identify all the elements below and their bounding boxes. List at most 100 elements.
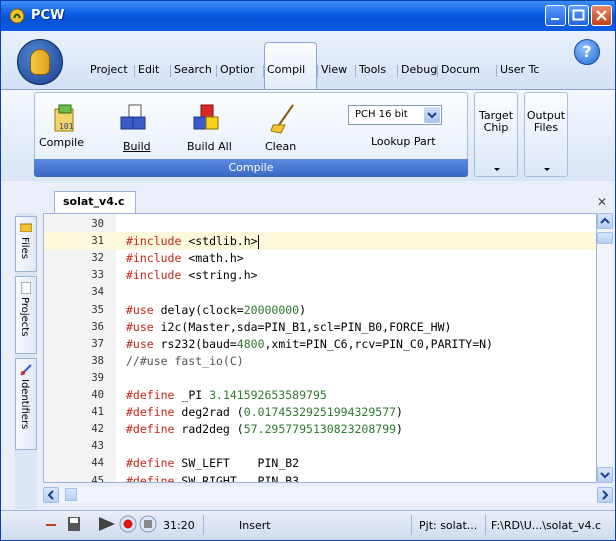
code-text: #use rs232(baud=4800,xmit=PIN_C6,rcv=PIN…: [126, 335, 493, 353]
tab-separator: [170, 65, 171, 77]
tab-compil[interactable]: Compil: [267, 63, 305, 79]
title-bar[interactable]: PCW: [1, 1, 615, 31]
build-all-label: Build All: [187, 140, 232, 153]
target-chip-button[interactable]: Target Chip: [474, 92, 518, 177]
tab-optior[interactable]: Optior: [220, 63, 254, 79]
close-file-icon[interactable]: ✕: [597, 195, 607, 209]
file-tab[interactable]: solat_v4.c: [54, 191, 136, 213]
code-text: #define deg2rad (0.01745329251994329577): [126, 403, 403, 421]
side-tab-projects[interactable]: Projects: [15, 276, 37, 354]
minimize-button[interactable]: [545, 5, 566, 26]
clean-button[interactable]: Clean: [257, 99, 309, 157]
code-token: #define: [126, 456, 175, 471]
code-line[interactable]: 30: [44, 215, 596, 233]
code-line[interactable]: 36 #use i2c(Master,sda=PIN_B1,scl=PIN_B0,…: [44, 318, 596, 336]
record-icon[interactable]: [119, 515, 137, 533]
code-line[interactable]: 42 #define rad2deg (57.295779513082320879…: [44, 420, 596, 438]
lookup-part-button[interactable]: Lookup Part: [371, 135, 436, 148]
code-token: #use: [126, 302, 154, 317]
code-token: <math.h>: [181, 251, 244, 266]
code-line[interactable]: 45 #define SW_RIGHT PIN_B3: [44, 472, 596, 483]
compile-button[interactable]: 101 Compile: [37, 99, 89, 157]
stop-icon[interactable]: [139, 515, 157, 533]
scroll-right-icon[interactable]: [597, 487, 613, 503]
build-label: Build: [123, 140, 151, 153]
code-token: SW_LEFT PIN_B2: [174, 456, 300, 471]
status-separator: [203, 515, 204, 535]
code-line[interactable]: 41 #define deg2rad (0.0174532925199432957…: [44, 403, 596, 421]
side-tab-identifiers[interactable]: Identifiers: [15, 358, 37, 450]
window-title: PCW: [31, 8, 65, 23]
code-token: _PI: [174, 388, 210, 402]
compiler-select[interactable]: PCH 16 bit: [348, 105, 442, 125]
code-line[interactable]: 34: [44, 283, 596, 301]
minus-icon[interactable]: [45, 518, 57, 532]
tab-debug[interactable]: Debug: [401, 63, 437, 79]
code-token: ): [299, 302, 307, 317]
tab-view[interactable]: View: [321, 63, 347, 79]
application-menu-button[interactable]: [17, 39, 63, 85]
build-all-button[interactable]: Build All: [181, 99, 233, 157]
code-line[interactable]: 31 #include <stdlib.h>: [44, 232, 596, 251]
output-files-button[interactable]: Output Files: [524, 92, 568, 177]
output-files-label: Output Files: [526, 109, 566, 134]
side-tab-label: Projects: [19, 297, 30, 337]
cursor-position: 31:20: [163, 519, 195, 532]
folder-icon: [20, 223, 32, 232]
document-icon: [21, 282, 31, 294]
line-number: 44: [91, 457, 104, 470]
code-line[interactable]: 39: [44, 369, 596, 387]
vertical-scrollbar[interactable]: [597, 213, 613, 483]
code-text: #define SW_LEFT PIN_B2: [126, 454, 299, 472]
svg-text:101: 101: [59, 122, 74, 131]
code-line[interactable]: 33 #include <string.h>: [44, 266, 596, 284]
code-token: rad2deg (: [174, 422, 244, 437]
tab-separator: [134, 65, 135, 77]
tab-project[interactable]: Project: [90, 63, 128, 79]
code-text: #use delay(clock=20000000): [126, 301, 306, 319]
horizontal-scrollbar[interactable]: [43, 487, 613, 503]
code-token: #include: [126, 268, 182, 283]
dropdown-arrow-icon: [544, 168, 550, 171]
code-token: #include: [126, 234, 182, 249]
code-line[interactable]: 43: [44, 437, 596, 455]
build-blocks-icon: [120, 104, 146, 130]
tab-docum[interactable]: Docum: [441, 63, 480, 79]
scroll-left-icon[interactable]: [43, 487, 59, 503]
code-editor[interactable]: 30 31 #include <stdlib.h> 32 #include <math.…: [43, 213, 597, 483]
code-line[interactable]: 37 #use rs232(baud=4800,xmit=PIN_C6,rcv=P…: [44, 335, 596, 353]
code-text: #define rad2deg (57.2957795130823208799): [126, 420, 403, 438]
code-text: #include <math.h>: [126, 249, 244, 267]
scroll-thumb[interactable]: [597, 232, 613, 244]
side-tab-files[interactable]: Files: [15, 216, 37, 272]
scroll-up-icon[interactable]: [597, 213, 613, 229]
compile-label: Compile: [39, 136, 84, 149]
code-token: //#use fast_io(C): [126, 353, 244, 368]
close-button[interactable]: [591, 5, 612, 26]
help-button[interactable]: ?: [574, 39, 600, 65]
code-token: #define: [126, 405, 175, 420]
line-number: 35: [91, 303, 104, 316]
code-line[interactable]: 38 //#use fast_io(C): [44, 352, 596, 370]
tab-tools[interactable]: Tools: [359, 63, 386, 79]
code-line[interactable]: 35 #use delay(clock=20000000): [44, 301, 596, 319]
maximize-icon: [572, 9, 585, 21]
scroll-down-icon[interactable]: [597, 467, 613, 483]
lookup-part-label: Lookup Part: [371, 135, 436, 148]
save-icon[interactable]: [67, 516, 81, 532]
compile-group-caption: Compile: [34, 159, 468, 177]
code-line[interactable]: 44 #define SW_LEFT PIN_B2: [44, 454, 596, 472]
maximize-button[interactable]: [568, 5, 589, 26]
tab-user-tc[interactable]: User Tc: [500, 63, 539, 79]
play-icon[interactable]: [96, 516, 118, 532]
tab-search[interactable]: Search: [174, 63, 212, 79]
build-button[interactable]: Build: [109, 99, 155, 157]
code-token: rs232(baud=: [153, 336, 237, 351]
code-line[interactable]: 32 #include <math.h>: [44, 249, 596, 267]
tab-edit[interactable]: Edit: [138, 63, 159, 79]
horizontal-scroll-thumb[interactable]: [65, 488, 77, 501]
line-number: 37: [91, 337, 104, 350]
code-line[interactable]: 40 #define _PI 3.141592653589795: [44, 386, 596, 404]
dropdown-arrow-icon: [494, 168, 500, 171]
side-tab-label: Files: [19, 237, 30, 259]
